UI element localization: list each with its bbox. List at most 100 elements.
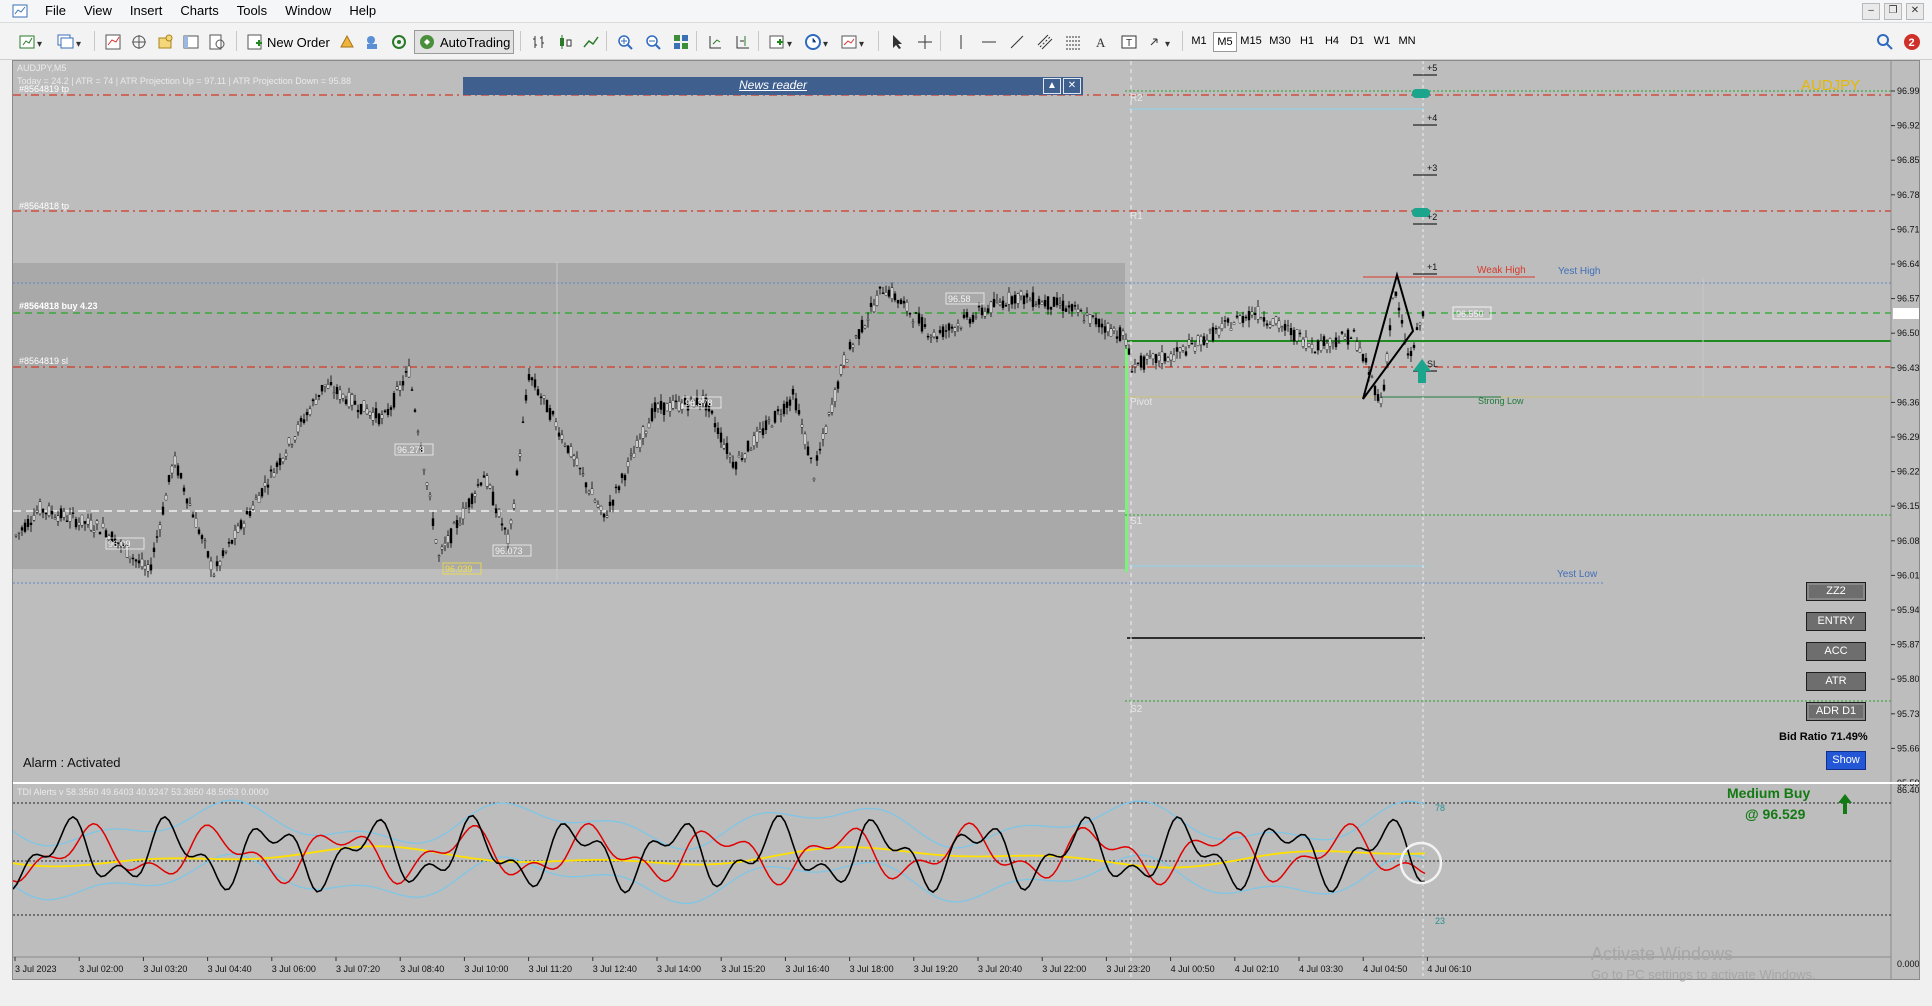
equidistant-channel-icon[interactable]: [1032, 30, 1058, 54]
candle: [1058, 303, 1062, 306]
templates-icon[interactable]: ▾: [836, 30, 874, 54]
menu-insert[interactable]: Insert: [121, 0, 172, 22]
crosshair-icon[interactable]: [912, 30, 938, 54]
line-chart-icon[interactable]: [578, 30, 604, 54]
periods-icon[interactable]: ▾: [800, 30, 838, 54]
timeframe-m1[interactable]: M1: [1188, 32, 1210, 50]
entry-button[interactable]: ENTRY: [1806, 612, 1866, 631]
timeframe-h1[interactable]: H1: [1296, 32, 1318, 50]
timeframe-mn[interactable]: MN: [1396, 32, 1418, 50]
candlestick-icon[interactable]: [552, 30, 578, 54]
candle: [386, 409, 390, 416]
news-reader-bar[interactable]: News reader ▲ ✕: [463, 77, 1083, 95]
market-watch-icon[interactable]: [100, 30, 126, 54]
price-chart[interactable]: +5 +4 +3 +2 +1 SL 96.09 96.278 96.039 96.073 96.37…: [12, 60, 1920, 982]
candle: [248, 511, 252, 516]
text-label-icon[interactable]: T: [1116, 30, 1142, 54]
trendline-icon[interactable]: [1004, 30, 1030, 54]
candle: [908, 312, 912, 315]
candle: [1181, 346, 1185, 351]
menu-charts[interactable]: Charts: [171, 0, 227, 22]
candle: [1013, 294, 1017, 304]
time-axis-label-5: 3 Jul 07:20: [336, 964, 380, 974]
restore-icon[interactable]: ❐: [1884, 3, 1902, 20]
zoom-in-icon[interactable]: [612, 30, 638, 54]
candle: [1157, 355, 1161, 362]
candle: [1025, 293, 1029, 298]
candle: [149, 564, 153, 571]
search-icon[interactable]: [1872, 30, 1898, 54]
vps-icon[interactable]: [386, 30, 412, 54]
autotrading-button[interactable]: AutoTrading: [414, 30, 515, 54]
terminal-icon[interactable]: [178, 30, 204, 54]
vertical-line-icon[interactable]: [948, 30, 974, 54]
collapse-icon[interactable]: ▲: [1043, 78, 1061, 94]
candle: [263, 482, 267, 487]
menu-file[interactable]: File: [36, 0, 75, 22]
activate-windows-subtitle: Go to PC settings to activate Windows.: [1591, 967, 1816, 982]
menu-tools[interactable]: Tools: [228, 0, 276, 22]
candle: [1238, 315, 1242, 324]
menu-help[interactable]: Help: [340, 0, 385, 22]
autoscroll-icon[interactable]: [702, 30, 728, 54]
time-axis-label-12: 3 Jul 16:40: [785, 964, 829, 974]
data-window-icon[interactable]: [126, 30, 152, 54]
candle: [1040, 301, 1044, 305]
zz2-button[interactable]: ZZ2: [1806, 582, 1866, 601]
new-chart-button[interactable]: ▾: [14, 30, 52, 54]
tile-windows-icon[interactable]: [668, 30, 694, 54]
bar-chart-icon[interactable]: [526, 30, 552, 54]
minimize-icon[interactable]: –: [1862, 3, 1880, 20]
profiles-button[interactable]: ▾: [52, 30, 90, 54]
candle: [1298, 332, 1302, 335]
signals-icon[interactable]: [360, 30, 386, 54]
close-icon[interactable]: ✕: [1063, 78, 1081, 94]
text-tool-icon[interactable]: A: [1088, 30, 1114, 54]
menu-window[interactable]: Window: [276, 0, 340, 22]
metaeditor-icon[interactable]: [334, 30, 360, 54]
candle: [1079, 310, 1083, 312]
candle: [1118, 327, 1122, 341]
menu-view[interactable]: View: [75, 0, 121, 22]
cursor-icon[interactable]: [884, 30, 910, 54]
candle: [59, 508, 63, 519]
candle: [140, 558, 144, 567]
timeframe-d1[interactable]: D1: [1346, 32, 1368, 50]
time-axis-label-17: 3 Jul 23:20: [1106, 964, 1150, 974]
ladder-label-1: +4: [1427, 113, 1437, 123]
timeframe-w1[interactable]: W1: [1371, 32, 1393, 50]
timeframe-h4[interactable]: H4: [1321, 32, 1343, 50]
candle: [845, 359, 849, 363]
arrows-icon[interactable]: ▾: [1144, 30, 1182, 54]
adr-d1-button[interactable]: ADR D1: [1806, 702, 1866, 721]
time-axis-label-13: 3 Jul 18:00: [850, 964, 894, 974]
show-button[interactable]: Show: [1826, 751, 1866, 770]
close-icon[interactable]: ✕: [1906, 3, 1924, 20]
navigator-icon[interactable]: [152, 30, 178, 54]
candle: [923, 324, 927, 327]
svg-text:2: 2: [1909, 37, 1915, 49]
candle: [200, 535, 204, 540]
timeframe-m5[interactable]: M5: [1213, 32, 1237, 52]
indicators-icon[interactable]: ▾: [764, 30, 802, 54]
candle: [1313, 351, 1317, 354]
new-order-button[interactable]: New Order: [242, 30, 334, 54]
candle: [92, 530, 96, 533]
atr-button[interactable]: ATR: [1806, 672, 1866, 691]
zoom-out-icon[interactable]: [640, 30, 666, 54]
candle: [962, 314, 966, 319]
candle: [536, 389, 540, 396]
candle: [1070, 304, 1074, 312]
acc-button[interactable]: ACC: [1806, 642, 1866, 661]
fibonacci-icon[interactable]: [1060, 30, 1086, 54]
horizontal-line-icon[interactable]: [976, 30, 1002, 54]
timeframe-m15[interactable]: M15: [1238, 32, 1264, 50]
candle: [830, 404, 834, 413]
candle: [35, 510, 39, 513]
strategy-tester-icon[interactable]: [204, 30, 230, 54]
candle: [842, 354, 846, 366]
chart-shift-icon[interactable]: [730, 30, 756, 54]
timeframe-m30[interactable]: M30: [1267, 32, 1293, 50]
candle: [545, 400, 549, 413]
notifications-icon[interactable]: 2: [1898, 30, 1926, 54]
